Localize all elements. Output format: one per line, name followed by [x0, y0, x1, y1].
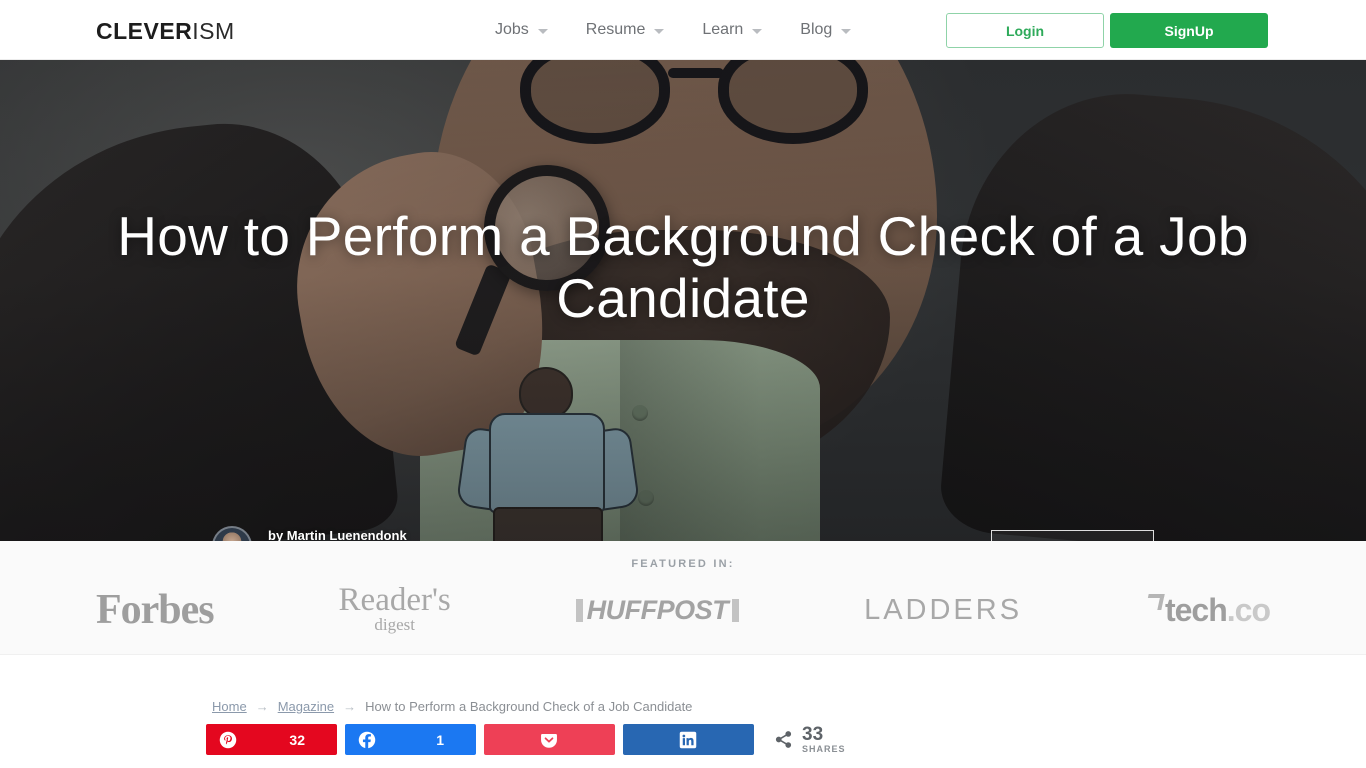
share-icon — [774, 730, 793, 749]
readers-digest-top: Reader's — [338, 582, 451, 618]
nav-label: Blog — [800, 21, 833, 38]
huffpost-bar-right — [732, 598, 740, 622]
share-button-facebook[interactable]: 1 — [345, 724, 476, 755]
byline-text: by Martin Luenendonk Last updated on Sep… — [268, 527, 493, 541]
facebook-share-count: 1 — [436, 731, 444, 748]
readers-digest-bottom: digest — [374, 615, 415, 634]
add-to-favorites-button[interactable]: Add to favorites — [991, 530, 1154, 541]
pocket-icon — [540, 731, 558, 749]
breadcrumb-arrow-icon: → — [343, 699, 357, 714]
techco-logo: tech.co — [1145, 591, 1271, 629]
techco-tld: .co — [1226, 591, 1271, 628]
page-title: How to Perform a Background Check of a J… — [117, 205, 1249, 329]
site-header: CLEVERISM Jobs Resume Learn Blog Login S… — [0, 0, 1366, 60]
techco-text: tech.co — [1164, 591, 1271, 629]
logo-bold-text: CLEVER — [96, 18, 193, 44]
site-logo[interactable]: CLEVERISM — [96, 18, 235, 45]
pinterest-icon — [219, 731, 237, 749]
huffpost-text: HUFFPOST — [586, 594, 729, 625]
readers-digest-logo: Reader's digest — [338, 582, 451, 635]
breadcrumb-current-page: How to Perform a Background Check of a J… — [365, 699, 693, 714]
share-button-pocket[interactable] — [484, 724, 615, 755]
chevron-down-icon — [654, 29, 665, 34]
breadcrumb-arrow-icon: → — [255, 699, 269, 714]
nav-item-jobs[interactable]: Jobs — [495, 21, 548, 39]
logo-thin-text: ISM — [192, 18, 235, 44]
avatar — [212, 526, 252, 541]
share-buttons-row: 32 1 33 SHARES — [206, 724, 846, 755]
share-button-linkedin[interactable] — [623, 724, 754, 755]
nav-label: Resume — [585, 21, 646, 38]
linkedin-icon — [679, 731, 697, 749]
nav-item-learn[interactable]: Learn — [702, 21, 763, 39]
byline-author: by Martin Luenendonk — [268, 528, 407, 541]
main-navigation: Jobs Resume Learn Blog — [495, 0, 889, 60]
chevron-down-icon — [537, 29, 548, 34]
article-byline: by Martin Luenendonk Last updated on Sep… — [212, 526, 493, 541]
huffpost-logo: HUFFPOST — [575, 594, 740, 626]
login-button[interactable]: Login — [946, 13, 1104, 48]
breadcrumb-magazine-link[interactable]: Magazine — [278, 699, 334, 714]
techco-name: tech — [1164, 591, 1228, 628]
pinterest-share-count: 32 — [289, 731, 305, 748]
ladders-logo: LADDERS — [864, 593, 1023, 626]
featured-logo-row: Forbes Reader's digest HUFFPOST LADDERS … — [96, 582, 1271, 635]
signup-button[interactable]: SignUp — [1110, 13, 1268, 48]
facebook-icon — [358, 731, 376, 749]
breadcrumb-home-link[interactable]: Home — [212, 699, 247, 714]
total-shares: 33 SHARES — [774, 725, 846, 754]
chevron-down-icon — [752, 29, 763, 34]
nav-label: Jobs — [495, 21, 529, 38]
share-button-pinterest[interactable]: 32 — [206, 724, 337, 755]
nav-item-resume[interactable]: Resume — [586, 21, 665, 39]
featured-in-label: FEATURED IN: — [631, 558, 735, 570]
techco-flag-icon — [1145, 593, 1165, 610]
featured-in-section: FEATURED IN: Forbes Reader's digest HUFF… — [0, 541, 1366, 655]
forbes-logo: Forbes — [96, 587, 215, 633]
total-shares-label: SHARES — [802, 744, 846, 754]
total-shares-text: 33 SHARES — [802, 725, 846, 754]
hero-section: How to Perform a Background Check of a J… — [0, 60, 1366, 541]
breadcrumb: Home → Magazine → How to Perform a Backg… — [212, 699, 692, 714]
nav-label: Learn — [702, 21, 744, 38]
total-shares-count: 33 — [802, 724, 824, 745]
huffpost-bar-left — [575, 598, 583, 622]
chevron-down-icon — [841, 29, 852, 34]
nav-item-blog[interactable]: Blog — [800, 21, 852, 39]
